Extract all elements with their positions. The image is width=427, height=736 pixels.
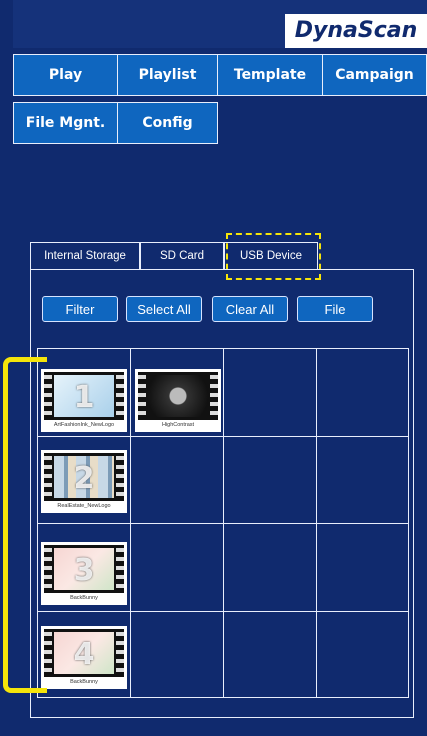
grid-divider [38, 523, 408, 524]
clear-all-button[interactable]: Clear All [212, 296, 288, 322]
file-number: 3 [73, 553, 95, 588]
file-thumbnail[interactable]: 3 BackBunny [41, 542, 127, 605]
nav-playlist-button[interactable]: Playlist [117, 54, 218, 96]
file-grid: 1 ArtFashionInk_NewLogo HighContrast 2 R… [37, 348, 409, 698]
file-caption: BackBunny [70, 679, 98, 685]
top-bar: DynaScan [13, 0, 427, 48]
film-frame: 2 [44, 453, 124, 501]
filter-button[interactable]: Filter [42, 296, 118, 322]
file-thumbnail[interactable]: 4 BackBunny [41, 626, 127, 689]
file-number: 4 [73, 637, 95, 672]
file-thumbnail[interactable]: 1 ArtFashionInk_NewLogo [41, 369, 127, 432]
file-thumbnail[interactable]: HighContrast [135, 369, 221, 432]
file-number: 2 [73, 461, 95, 496]
file-button[interactable]: File [297, 296, 373, 322]
nav-play-button[interactable]: Play [13, 54, 118, 96]
select-all-button[interactable]: Select All [126, 296, 202, 322]
selection-bracket [3, 357, 47, 693]
tab-internal-storage[interactable]: Internal Storage [30, 242, 140, 269]
file-thumbnail[interactable]: 2 RealEstate_NewLogo [41, 450, 127, 513]
nav-campaign-button[interactable]: Campaign [322, 54, 427, 96]
file-caption: ArtFashionInk_NewLogo [53, 422, 115, 428]
file-caption: HighContrast [161, 422, 195, 428]
nav-template-button[interactable]: Template [217, 54, 323, 96]
grid-divider [38, 611, 408, 612]
film-frame [138, 372, 218, 420]
grid-divider [38, 436, 408, 437]
file-caption: RealEstate_NewLogo [57, 503, 111, 509]
file-caption: BackBunny [70, 595, 98, 601]
nav-config-button[interactable]: Config [117, 102, 218, 144]
film-frame: 3 [44, 545, 124, 593]
nav-file-mgnt-button[interactable]: File Mgnt. [13, 102, 118, 144]
dynascan-logo: DynaScan [285, 14, 427, 48]
thumbnail-preview [148, 375, 208, 417]
file-number: 1 [73, 380, 95, 415]
tab-sd-card[interactable]: SD Card [140, 242, 224, 269]
film-frame: 4 [44, 629, 124, 677]
film-frame: 1 [44, 372, 124, 420]
